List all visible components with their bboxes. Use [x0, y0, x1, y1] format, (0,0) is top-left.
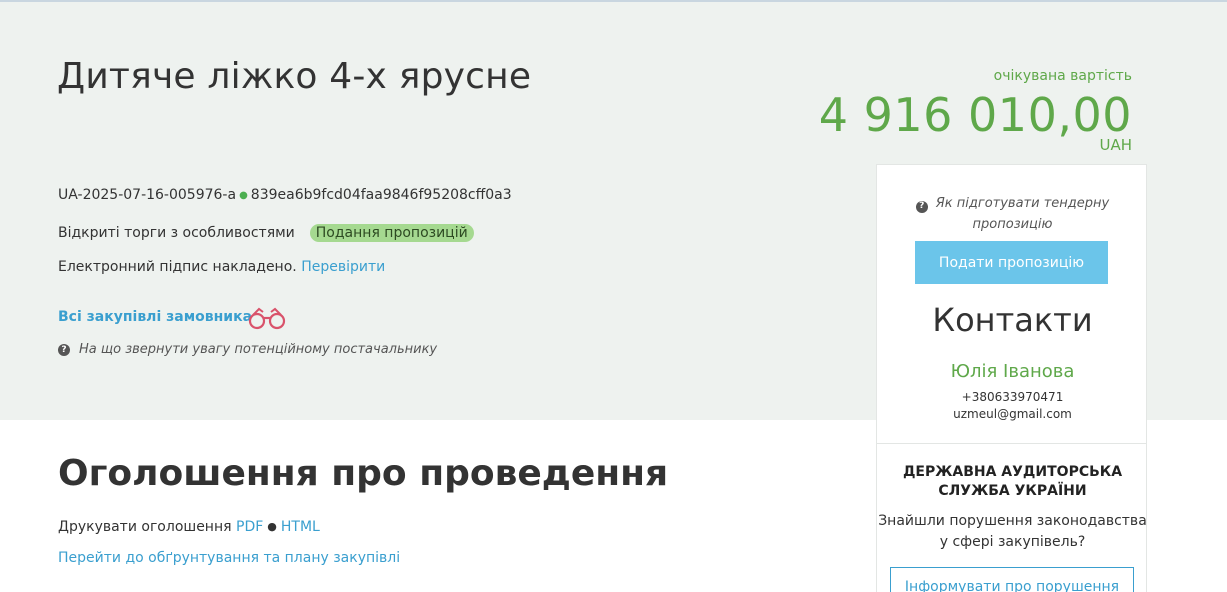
tender-hash: 839ea6b9fcd04faa9846f95208cff0a3	[250, 187, 512, 203]
price-label: очікувана вартість	[993, 68, 1132, 84]
signature-text: Електронний підпис накладено.	[58, 259, 297, 275]
customer-purchases-link[interactable]: Всі закупівлі замовника	[58, 309, 252, 325]
plan-link[interactable]: Перейти до обґрунтування та плану закупі…	[58, 550, 400, 566]
supplier-hint[interactable]: ? На що звернути увагу потенційному пост…	[58, 342, 437, 357]
howto-link[interactable]: ? Як підготувати тендерну пропозицію	[877, 193, 1148, 235]
price-currency: UAH	[1099, 136, 1132, 154]
status-badge: Подання пропозицій	[309, 224, 474, 242]
contact-name: Юлія Іванова	[950, 361, 1075, 382]
announcement-title: Оголошення про проведення	[58, 453, 669, 494]
audit-service-text: Знайшли порушення законодавства у сфері …	[878, 513, 1147, 550]
divider	[877, 443, 1146, 444]
print-html-link[interactable]: HTML	[281, 519, 320, 535]
signature-check-link[interactable]: Перевірити	[301, 259, 385, 275]
howto-text: Як підготувати тендерну пропозицію	[935, 196, 1110, 232]
signature-row: Електронний підпис накладено. Перевірити	[58, 259, 385, 275]
audit-service-title: ДЕРЖАВНА АУДИТОРСЬКА СЛУЖБА УКРАЇНИ	[902, 464, 1123, 499]
print-pdf-link[interactable]: PDF	[236, 519, 263, 535]
print-label: Друкувати оголошення	[58, 519, 232, 535]
contact-phone: +380633970471	[961, 390, 1064, 404]
question-icon: ?	[58, 343, 70, 356]
contact-email: uzmeul@gmail.com	[953, 407, 1072, 421]
green-dot-icon: ●	[239, 189, 248, 201]
price-value: 4 916 010,00	[818, 88, 1132, 142]
tender-title: Дитяче ліжко 4-х ярусне	[57, 56, 532, 97]
side-panel: ? Як підготувати тендерну пропозицію Пода…	[876, 164, 1147, 592]
print-row: Друкувати оголошення PDF ● HTML	[58, 519, 320, 535]
tender-ids: UA-2025-07-16-005976-a ● 839ea6b9fcd04faa9…	[58, 187, 512, 203]
report-violation-button[interactable]: Інформувати про порушення	[890, 567, 1134, 592]
tender-id: UA-2025-07-16-005976-a	[58, 187, 237, 203]
bullet-separator: ●	[267, 520, 277, 533]
binoculars-icon[interactable]	[246, 305, 288, 331]
supplier-hint-text: На що звернути увагу потенційному постач…	[79, 342, 438, 357]
submit-proposal-button[interactable]: Подати пропозицію	[915, 241, 1108, 284]
contacts-title: Контакти	[932, 301, 1093, 339]
procedure-type: Відкриті торги з особливостями	[58, 225, 295, 241]
question-icon: ?	[915, 200, 928, 213]
procedure-row: Відкриті торги з особливостями Подання п…	[58, 224, 474, 242]
